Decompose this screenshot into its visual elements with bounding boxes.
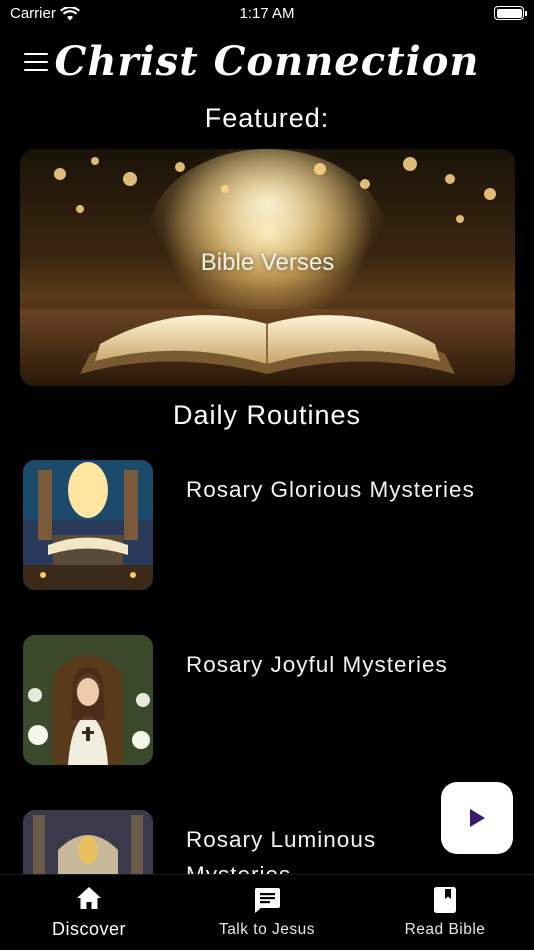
routine-label: Rosary Joyful Mysteries — [186, 652, 448, 677]
tab-label: Discover — [51, 919, 126, 939]
featured-card-bible-verses[interactable]: Bible Verses — [20, 149, 515, 386]
home-icon — [77, 887, 101, 909]
tab-read-bible[interactable]: Read Bible — [356, 875, 534, 950]
mary-portrait-thumbnail — [23, 635, 153, 765]
tab-label: Talk to Jesus — [218, 921, 316, 938]
cathedral-bible-thumbnail — [23, 460, 153, 590]
tab-label: Read Bible — [404, 921, 486, 938]
status-bar: Carrier 1:17 AM — [0, 0, 534, 28]
list-item-rosary-glorious[interactable]: Rosary Glorious Mysteries — [23, 460, 513, 590]
play-icon — [470, 809, 485, 827]
clock: 1:17 AM — [239, 5, 295, 22]
battery-icon — [494, 6, 527, 20]
list-item-rosary-luminous[interactable]: Rosary Luminous Mysteries — [23, 810, 513, 874]
tab-discover[interactable]: Discover — [0, 875, 178, 950]
featured-heading: Featured: — [204, 103, 330, 133]
tab-talk-to-jesus[interactable]: Talk to Jesus — [178, 875, 356, 950]
book-icon — [434, 887, 456, 913]
chat-icon — [254, 888, 280, 913]
app-title: Christ Connection — [54, 38, 480, 85]
daily-routines-heading: Daily Routines — [172, 400, 362, 430]
church-altar-thumbnail — [23, 810, 153, 874]
list-item-rosary-joyful[interactable]: Rosary Joyful Mysteries — [23, 635, 513, 765]
play-button[interactable] — [441, 782, 513, 854]
featured-card-title: Bible Verses — [200, 249, 335, 276]
tab-bar: Discover Talk to Jesus Read Bible — [0, 874, 534, 950]
routine-label: Rosary Glorious Mysteries — [186, 477, 475, 502]
